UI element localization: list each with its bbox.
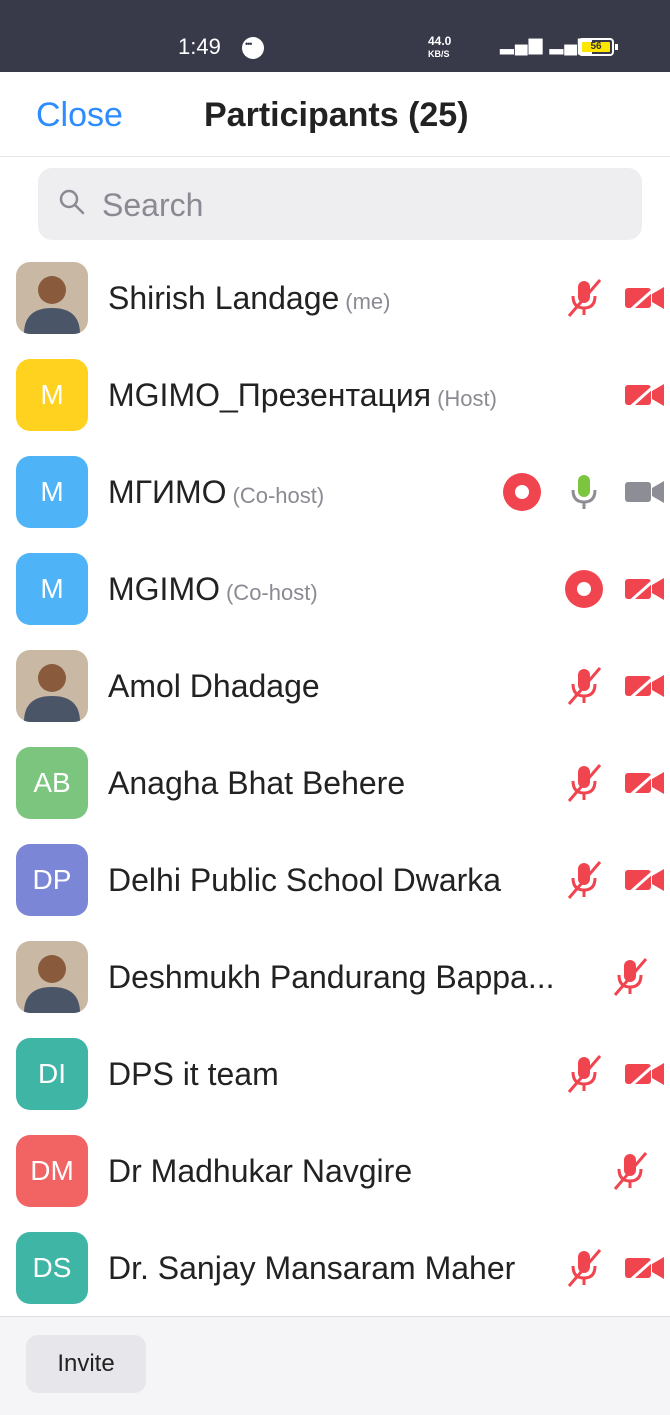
video-off-icon	[622, 1246, 666, 1290]
participant-row[interactable]: Amol Dhadage	[0, 638, 670, 735]
mic-muted-icon	[562, 664, 606, 708]
invite-button[interactable]: Invite	[26, 1335, 146, 1393]
avatar-initials: DP	[32, 864, 72, 895]
participant-row[interactable]: DS Dr. Sanjay Mansaram Maher	[0, 1220, 670, 1317]
video-off-icon	[622, 858, 666, 902]
participant-role: (Co-host)	[225, 580, 318, 605]
avatar-photo	[16, 262, 88, 334]
participant-name: DPS it team	[108, 1056, 279, 1093]
participant-row[interactable]: DP Delhi Public School Dwarka	[0, 832, 670, 929]
network-speed: 44.0 KB/S	[428, 34, 452, 59]
avatar-initials: M	[40, 476, 64, 507]
participant-name: Shirish Landage (me)	[108, 280, 391, 317]
participant-row[interactable]: M МГИМО (Co-host)	[0, 444, 670, 541]
video-off-icon	[622, 1052, 666, 1096]
close-button[interactable]: Close	[36, 96, 123, 135]
mic-muted-icon	[562, 761, 606, 805]
video-off-icon	[622, 276, 666, 320]
participant-name-text: Amol Dhadage	[108, 668, 320, 704]
participant-name-text: Shirish Landage	[108, 280, 340, 316]
mic-muted-icon	[562, 1246, 606, 1290]
avatar: M	[16, 456, 88, 528]
participant-row[interactable]: Shirish Landage (me)	[0, 250, 670, 347]
participant-row[interactable]: DM Dr Madhukar Navgire	[0, 1123, 670, 1220]
status-time: 1:49	[178, 34, 221, 59]
participant-name-text: МГИМО	[108, 474, 227, 510]
video-off-icon	[622, 373, 666, 417]
video-off-icon	[622, 761, 666, 805]
participant-name: Dr Madhukar Navgire	[108, 1153, 412, 1190]
participant-name-text: MGIMO	[108, 571, 220, 607]
participant-name: MGIMO (Co-host)	[108, 571, 318, 608]
battery-icon: 56	[578, 38, 618, 56]
page-title: Participants (25)	[204, 96, 469, 134]
participant-row[interactable]: Deshmukh Pandurang Bappa...	[0, 929, 670, 1026]
bottom-bar: Invite	[0, 1316, 670, 1415]
participant-role: (Co-host)	[232, 483, 325, 508]
avatar-initials: AB	[33, 767, 71, 798]
avatar: DI	[16, 1038, 88, 1110]
status-bar: 1:49 44.0KB/S ▂▄▆ ▂▄▆ 56	[0, 0, 670, 72]
avatar-initials: M	[40, 573, 64, 604]
avatar: AB	[16, 747, 88, 819]
video-off-icon	[622, 664, 666, 708]
participant-name-text: Delhi Public School Dwarka	[108, 862, 502, 898]
participant-name: Deshmukh Pandurang Bappa...	[108, 959, 555, 996]
mic-muted-icon	[562, 1052, 606, 1096]
avatar-initials: DS	[32, 1252, 72, 1283]
avatar: DM	[16, 1135, 88, 1207]
participant-name-text: DPS it team	[108, 1056, 279, 1092]
participant-name-text: Anagha Bhat Behere	[108, 765, 406, 801]
avatar-initials: DI	[38, 1058, 66, 1089]
video-on-icon	[622, 470, 666, 514]
search-bar[interactable]	[38, 168, 642, 240]
avatar: M	[16, 553, 88, 625]
video-off-icon	[622, 567, 666, 611]
participant-name-text: MGIMO_Презентация	[108, 377, 432, 413]
participant-name: Anagha Bhat Behere	[108, 765, 405, 802]
participant-name-text: Dr. Sanjay Mansaram Maher	[108, 1250, 516, 1286]
chat-notification-icon	[242, 37, 264, 59]
participant-name: MGIMO_Презентация (Host)	[108, 377, 497, 414]
participant-name: МГИМО (Co-host)	[108, 474, 324, 511]
avatar-photo	[16, 650, 88, 722]
participant-row[interactable]: M MGIMO (Co-host)	[0, 541, 670, 638]
participant-name: Dr. Sanjay Mansaram Maher	[108, 1250, 515, 1287]
header: Close Participants (25)	[0, 72, 670, 157]
participant-row[interactable]: M MGIMO_Презентация (Host)	[0, 347, 670, 444]
avatar-initials: M	[40, 379, 64, 410]
participant-role: (me)	[345, 289, 391, 314]
mic-muted-icon	[562, 858, 606, 902]
mic-muted-icon	[608, 955, 652, 999]
recording-icon	[500, 470, 544, 514]
participant-name-text: Deshmukh Pandurang Bappa...	[108, 959, 555, 995]
avatar-photo	[16, 941, 88, 1013]
participant-row[interactable]: DI DPS it team	[0, 1026, 670, 1123]
participant-name: Amol Dhadage	[108, 668, 320, 705]
search-icon	[59, 189, 85, 215]
avatar: DP	[16, 844, 88, 916]
recording-icon	[562, 567, 606, 611]
avatar-initials: DM	[30, 1155, 74, 1186]
mic-on-icon	[562, 470, 606, 514]
avatar: DS	[16, 1232, 88, 1304]
mic-muted-icon	[562, 276, 606, 320]
search-input[interactable]	[100, 182, 624, 228]
mic-muted-icon	[608, 1149, 652, 1193]
participant-name-text: Dr Madhukar Navgire	[108, 1153, 413, 1189]
participant-row[interactable]: AB Anagha Bhat Behere	[0, 735, 670, 832]
participant-name: Delhi Public School Dwarka	[108, 862, 501, 899]
avatar: M	[16, 359, 88, 431]
participant-role: (Host)	[437, 386, 497, 411]
